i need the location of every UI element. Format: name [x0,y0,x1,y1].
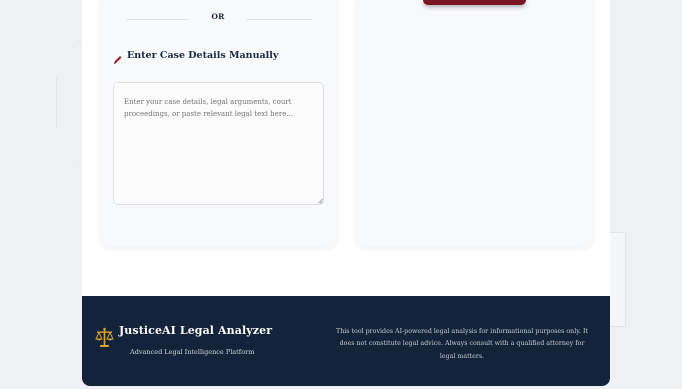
section-title: Enter Case Details Manually [127,50,279,61]
results-panel [355,0,593,247]
pen-icon [112,50,123,64]
resize-grip-icon[interactable] [317,198,323,204]
footer-brand-name: JusticeAI Legal Analyzer [119,324,273,337]
footer-tagline: Advanced Legal Intelligence Platform [130,348,255,356]
divider-line-right [246,19,312,20]
or-divider-label: OR [211,12,225,21]
footer-disclaimer: This tool provides AI-powered legal anal… [336,328,588,360]
analyze-button[interactable] [423,0,526,5]
manual-entry-heading: Enter Case Details Manually [112,50,279,64]
case-details-textarea[interactable] [113,82,324,205]
scales-of-justice-icon [95,327,114,349]
divider-line-left [126,19,188,20]
